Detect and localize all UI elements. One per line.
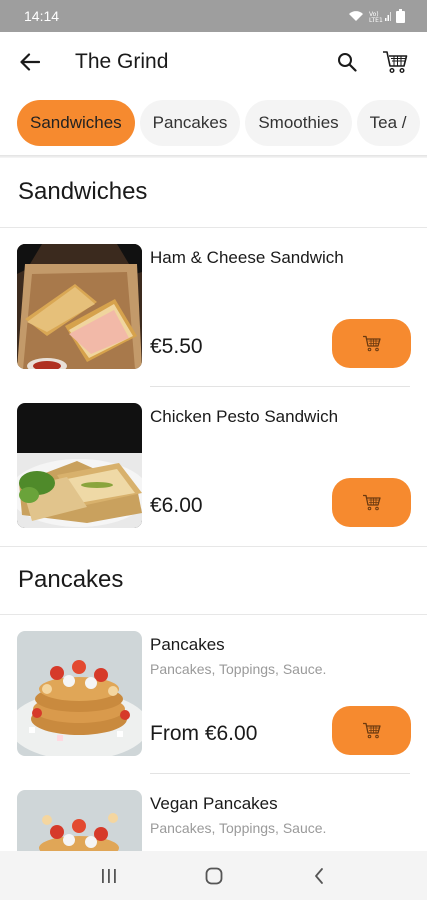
add-to-cart-button[interactable] — [332, 319, 411, 368]
menu-item-chicken-pesto[interactable]: Chicken Pesto Sandwich €6.00 — [0, 403, 427, 533]
section-divider — [0, 546, 427, 547]
tab-smoothies[interactable]: Smoothies — [245, 100, 352, 146]
add-to-cart-button[interactable] — [332, 478, 411, 527]
wifi-icon — [349, 11, 363, 21]
pancakes-photo — [17, 631, 142, 756]
item-divider — [150, 386, 410, 387]
system-nav-bar — [0, 851, 427, 900]
add-to-cart-icon — [362, 335, 381, 352]
svg-text:LTE1: LTE1 — [369, 17, 383, 22]
chicken-pesto-sandwich-photo — [17, 403, 142, 528]
battery-icon — [396, 9, 405, 23]
app-bar: The Grind — [0, 32, 427, 92]
status-time: 14:14 — [24, 8, 60, 24]
category-tabs: Sandwiches Pancakes Smoothies Tea / — [0, 100, 427, 148]
page-title: The Grind — [75, 50, 169, 73]
item-divider — [150, 773, 410, 774]
add-to-cart-button[interactable] — [332, 706, 411, 755]
item-name: Vegan Pancakes — [150, 794, 278, 813]
section-title-pancakes: Pancakes — [18, 566, 124, 593]
section-title-sandwiches: Sandwiches — [18, 178, 148, 205]
item-name: Pancakes — [150, 635, 225, 654]
tab-sandwiches[interactable]: Sandwiches — [17, 100, 135, 146]
item-description: Pancakes, Toppings, Sauce. — [150, 820, 327, 836]
status-bar: 14:14 Vo) LTE1 — [0, 0, 427, 32]
signal-icon: Vo) LTE1 — [369, 11, 391, 22]
vegan-pancakes-photo — [17, 790, 142, 851]
section-divider — [0, 227, 427, 228]
back-nav-button[interactable] — [299, 856, 339, 896]
item-price: €6.00 — [150, 494, 203, 517]
home-button[interactable] — [194, 856, 234, 896]
back-nav-icon — [314, 867, 323, 884]
status-icons: Vo) LTE1 — [348, 9, 405, 23]
add-to-cart-icon — [362, 494, 381, 511]
header-divider — [0, 155, 427, 158]
section-divider — [0, 614, 427, 615]
cart-button[interactable] — [377, 44, 413, 80]
menu-item-vegan-pancakes[interactable]: Vegan Pancakes Pancakes, Toppings, Sauce… — [0, 790, 427, 851]
item-description: Pancakes, Toppings, Sauce. — [150, 661, 327, 677]
item-price: From €6.00 — [150, 722, 258, 745]
search-button[interactable] — [329, 44, 365, 80]
add-to-cart-icon — [362, 722, 381, 739]
recents-icon — [101, 868, 116, 883]
cart-icon — [383, 51, 408, 74]
menu-item-ham-cheese[interactable]: Ham & Cheese Sandwich €5.50 — [0, 244, 427, 374]
back-arrow-icon — [20, 53, 40, 71]
home-icon — [205, 867, 222, 884]
tab-pancakes[interactable]: Pancakes — [139, 100, 241, 146]
menu-item-pancakes[interactable]: Pancakes Pancakes, Toppings, Sauce. From… — [0, 631, 427, 761]
item-name: Chicken Pesto Sandwich — [150, 407, 339, 426]
recents-button[interactable] — [89, 856, 129, 896]
item-price: €5.50 — [150, 335, 203, 358]
tab-tea[interactable]: Tea / — [356, 100, 420, 146]
back-button[interactable] — [16, 48, 44, 76]
item-name: Ham & Cheese Sandwich — [150, 248, 344, 267]
ham-cheese-sandwich-photo — [17, 244, 142, 369]
search-icon — [338, 53, 357, 72]
